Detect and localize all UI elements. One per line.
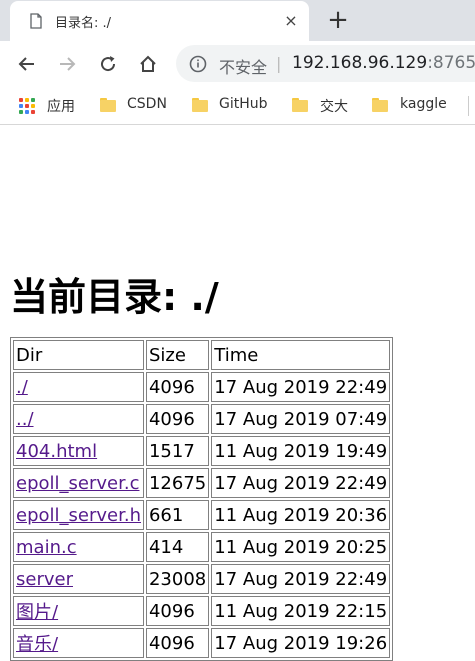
- url-text[interactable]: 192.168.96.129:8765: [292, 53, 475, 73]
- cell-dir: epoll_server.h: [13, 500, 144, 530]
- file-link[interactable]: 音乐/: [16, 634, 58, 655]
- forward-button[interactable]: [55, 52, 79, 76]
- cell-time: 11 Aug 2019 20:25: [211, 532, 391, 562]
- bookmark-jiaoda[interactable]: 交大: [320, 96, 348, 116]
- cell-time: 11 Aug 2019 22:15: [211, 596, 391, 626]
- directory-table: Dir Size Time ./ 4096 17 Aug 2019 22:49 …: [10, 337, 394, 661]
- table-row: ../ 4096 17 Aug 2019 07:49: [13, 404, 391, 434]
- file-link[interactable]: main.c: [16, 537, 77, 558]
- folder-icon: [372, 98, 388, 112]
- cell-size: 414: [145, 532, 210, 562]
- table-row: 图片/ 4096 11 Aug 2019 22:15: [13, 596, 391, 626]
- table-row: epoll_server.h 661 11 Aug 2019 20:36: [13, 500, 391, 530]
- tab-strip: 目录名: ./ × +: [0, 0, 475, 41]
- bookmark-divider: [468, 96, 469, 116]
- home-icon: [140, 55, 156, 72]
- cell-dir: main.c: [13, 532, 144, 562]
- table-row: server 23008 17 Aug 2019 22:49: [13, 564, 391, 594]
- cell-time: 17 Aug 2019 19:26: [211, 628, 391, 658]
- not-secure-label[interactable]: 不安全: [219, 54, 267, 78]
- cell-time: 11 Aug 2019 20:36: [211, 500, 391, 530]
- cell-size: 661: [145, 500, 210, 530]
- tab-title: 目录名: ./: [55, 16, 112, 31]
- table-row: ./ 4096 17 Aug 2019 22:49: [13, 372, 391, 402]
- table-header-row: Dir Size Time: [13, 340, 391, 370]
- table-row: 404.html 1517 11 Aug 2019 19:49: [13, 436, 391, 466]
- home-button[interactable]: [136, 52, 160, 76]
- cell-size: 4096: [145, 404, 210, 434]
- arrow-right-icon: [60, 57, 76, 71]
- file-link[interactable]: 图片/: [16, 602, 58, 623]
- page-title: 当前目录: ./: [10, 275, 219, 319]
- cell-size: 23008: [145, 564, 210, 594]
- folder-icon: [192, 98, 208, 112]
- file-link[interactable]: ../: [16, 409, 34, 430]
- url-port: :8765: [427, 53, 475, 73]
- cell-size: 4096: [145, 628, 210, 658]
- cell-dir: 404.html: [13, 436, 144, 466]
- cell-size: 1517: [145, 436, 210, 466]
- info-icon[interactable]: [189, 55, 207, 73]
- bookmark-apps[interactable]: 应用: [47, 96, 75, 116]
- table-row: 音乐/ 4096 17 Aug 2019 19:26: [13, 628, 391, 658]
- back-button[interactable]: [15, 52, 39, 76]
- cell-dir: ../: [13, 404, 144, 434]
- url-host: 192.168.96.129: [292, 53, 428, 73]
- cell-time: 17 Aug 2019 22:49: [211, 468, 391, 498]
- column-header-size: Size: [145, 340, 210, 370]
- cell-dir: 音乐/: [13, 628, 144, 658]
- file-link[interactable]: 404.html: [16, 441, 97, 462]
- reload-button[interactable]: [96, 52, 120, 76]
- apps-grid-icon[interactable]: [19, 98, 35, 114]
- cell-dir: server: [13, 564, 144, 594]
- cell-size: 4096: [145, 372, 210, 402]
- arrow-left-icon: [18, 57, 34, 71]
- browser-tab[interactable]: 目录名: ./ ×: [10, 1, 309, 41]
- column-header-dir: Dir: [13, 340, 144, 370]
- cell-time: 11 Aug 2019 19:49: [211, 436, 391, 466]
- document-icon: [30, 13, 42, 29]
- reload-icon: [101, 56, 116, 72]
- column-header-time: Time: [211, 340, 391, 370]
- bookmark-github[interactable]: GitHub: [219, 96, 268, 112]
- folder-icon: [100, 98, 116, 112]
- new-tab-button[interactable]: +: [325, 7, 351, 34]
- file-link[interactable]: epoll_server.h: [16, 505, 141, 526]
- cell-dir: epoll_server.c: [13, 468, 144, 498]
- cell-time: 17 Aug 2019 22:49: [211, 564, 391, 594]
- cell-time: 17 Aug 2019 07:49: [211, 404, 391, 434]
- bookmarks-bar: 应用 CSDN GitHub 交大 kaggle: [0, 87, 475, 125]
- cell-size: 4096: [145, 596, 210, 626]
- table-row: epoll_server.c 12675 17 Aug 2019 22:49: [13, 468, 391, 498]
- cell-time: 17 Aug 2019 22:49: [211, 372, 391, 402]
- file-link[interactable]: ./: [16, 377, 28, 398]
- cell-dir: ./: [13, 372, 144, 402]
- cell-size: 12675: [145, 468, 210, 498]
- bookmark-kaggle[interactable]: kaggle: [400, 96, 447, 112]
- address-bar[interactable]: 不安全 | 192.168.96.129:8765: [176, 45, 475, 82]
- close-icon[interactable]: ×: [281, 11, 301, 31]
- separator: |: [276, 54, 282, 73]
- cell-dir: 图片/: [13, 596, 144, 626]
- toolbar: 不安全 | 192.168.96.129:8765: [0, 41, 475, 87]
- folder-icon: [292, 98, 308, 112]
- table-row: main.c 414 11 Aug 2019 20:25: [13, 532, 391, 562]
- file-link[interactable]: epoll_server.c: [16, 473, 139, 494]
- bookmark-csdn[interactable]: CSDN: [127, 96, 167, 112]
- file-link[interactable]: server: [16, 569, 73, 590]
